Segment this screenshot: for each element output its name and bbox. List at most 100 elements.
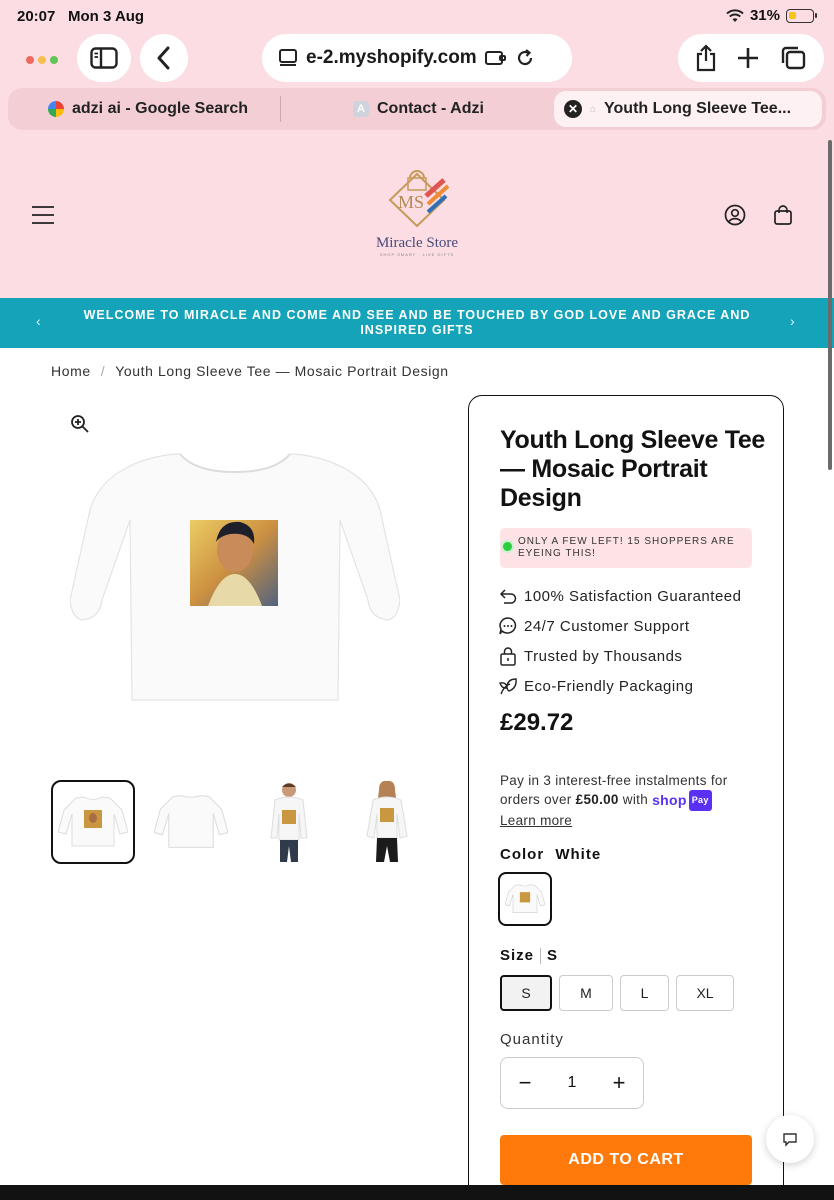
address-text: e-2.myshopify.com: [306, 47, 477, 68]
announcement-text: WELCOME TO MIRACLE AND COME AND SEE AND …: [83, 308, 751, 337]
close-dot-icon[interactable]: [26, 56, 34, 64]
quantity-increase-button[interactable]: +: [609, 1070, 629, 1096]
thumbnail-front[interactable]: [51, 780, 135, 864]
shop-pay-shop: shop: [652, 792, 687, 808]
feature-label: Eco-Friendly Packaging: [524, 677, 694, 695]
page-menu-icon: [279, 49, 297, 66]
battery-level: [789, 11, 796, 19]
logo-letters: MS: [398, 192, 424, 212]
color-selected: White: [555, 846, 602, 863]
size-label-text: Size: [500, 947, 535, 964]
logo-mark-icon: MS: [388, 170, 450, 228]
breadcrumb-current: Youth Long Sleeve Tee — Mosaic Portrait …: [115, 363, 449, 379]
header-icons: [724, 204, 794, 226]
swatch-shirt-image: [505, 884, 545, 913]
shop-pay-pay: Pay: [688, 790, 712, 811]
page-scrollbar[interactable]: [828, 140, 832, 470]
size-options: S M L XL: [500, 975, 734, 1011]
account-icon[interactable]: [724, 204, 746, 226]
tab-label: Contact - Adzi: [377, 100, 484, 117]
minimize-dot-icon[interactable]: [38, 56, 46, 64]
quantity-decrease-button[interactable]: −: [515, 1070, 535, 1096]
size-option-xl[interactable]: XL: [676, 975, 734, 1011]
feature-list: 100% Satisfaction Guaranteed 24/7 Custom…: [498, 581, 741, 701]
announcement-bar: ‹ WELCOME TO MIRACLE AND COME AND SEE AN…: [0, 298, 834, 348]
tabs-overview-icon[interactable]: [779, 45, 807, 71]
lock-icon: [500, 647, 516, 666]
tab-label: adzi ai - Google Search: [72, 100, 249, 117]
logo-tagline: SHOP SMART · LIVE GIFTS: [379, 252, 455, 257]
toolbar-right-group: [678, 34, 824, 82]
quantity-stepper: − 1 +: [500, 1057, 644, 1109]
close-tab-icon[interactable]: ✕: [564, 100, 582, 118]
share-icon[interactable]: [695, 44, 717, 72]
tab-contact[interactable]: A Contact - Adzi: [353, 91, 484, 127]
stock-alert: ONLY A FEW LEFT! 15 SHOPPERS ARE EYEING …: [500, 528, 752, 568]
bottom-edge: [0, 1185, 834, 1200]
feature-item: 24/7 Customer Support: [498, 611, 741, 641]
feature-label: Trusted by Thousands: [524, 647, 683, 665]
extension-icon[interactable]: [484, 48, 507, 68]
color-swatch-white[interactable]: [498, 872, 552, 926]
color-label-text: Color: [500, 846, 545, 863]
tab-google-search[interactable]: adzi ai - Google Search: [48, 91, 248, 127]
sidebar-icon: [90, 47, 118, 69]
status-date: Mon 3 Aug: [68, 8, 145, 25]
breadcrumb: Home / Youth Long Sleeve Tee — Mosaic Po…: [51, 363, 449, 379]
thumbnail-model-2[interactable]: [345, 780, 429, 864]
breadcrumb-separator: /: [100, 363, 106, 379]
status-bar: 20:07 Mon 3 Aug 31%: [0, 0, 834, 32]
add-to-cart-button[interactable]: ADD TO CART: [500, 1135, 752, 1185]
store-favicon-icon: ⌂: [590, 103, 597, 115]
feature-label: 24/7 Customer Support: [524, 617, 690, 635]
product-title: Youth Long Sleeve Tee — Mosaic Portrait …: [500, 426, 766, 512]
installments-threshold: £50.00: [575, 792, 619, 808]
size-selected: S: [547, 947, 559, 964]
size-option-m[interactable]: M: [559, 975, 613, 1011]
menu-icon[interactable]: [32, 206, 54, 224]
size-option-s[interactable]: S: [500, 975, 552, 1011]
thumbnail-model-1[interactable]: [247, 780, 331, 864]
chat-widget-button[interactable]: [766, 1115, 814, 1163]
announcement-next-icon[interactable]: ›: [790, 313, 795, 329]
thumbnail-list: [51, 780, 429, 864]
browser-toolbar: e-2.myshopify.com: [0, 30, 834, 86]
status-time: 20:07: [17, 8, 56, 25]
size-option-l[interactable]: L: [620, 975, 669, 1011]
cart-icon[interactable]: [772, 204, 794, 226]
announcement-prev-icon[interactable]: ‹: [36, 313, 41, 329]
back-button[interactable]: [140, 34, 188, 82]
breadcrumb-home[interactable]: Home: [51, 363, 91, 379]
window-controls[interactable]: [17, 36, 67, 84]
address-bar[interactable]: e-2.myshopify.com: [262, 34, 572, 82]
stock-status-dot-icon: [503, 542, 512, 551]
quantity-value[interactable]: 1: [568, 1074, 577, 1092]
quantity-label: Quantity: [500, 1031, 564, 1048]
thumbnail-back[interactable]: [149, 780, 233, 864]
battery-icon: [786, 8, 817, 23]
learn-more-link[interactable]: Learn more: [500, 813, 572, 828]
feature-item: Trusted by Thousands: [498, 641, 741, 671]
product-main-image[interactable]: [70, 450, 400, 710]
reload-icon[interactable]: [515, 48, 535, 68]
tab-label: Youth Long Sleeve Tee...: [604, 100, 792, 117]
tab-product-active[interactable]: ✕ ⌂ Youth Long Sleeve Tee...: [554, 91, 822, 127]
color-label: Color White: [500, 846, 601, 863]
maximize-dot-icon[interactable]: [50, 56, 58, 64]
battery-percent: 31%: [749, 7, 780, 24]
zoom-in-icon[interactable]: [70, 414, 90, 434]
logo-name: Miracle Store: [375, 235, 459, 251]
stock-message: ONLY A FEW LEFT! 15 SHOPPERS ARE EYEING …: [518, 536, 735, 559]
installments-info: Pay in 3 interest-free instalments for o…: [500, 771, 760, 830]
feature-item: Eco-Friendly Packaging: [498, 671, 741, 701]
new-tab-icon[interactable]: [736, 46, 760, 70]
product-info-panel: Youth Long Sleeve Tee — Mosaic Portrait …: [468, 395, 784, 1200]
chat-icon: [783, 1133, 797, 1147]
store-logo[interactable]: MS Miracle Store SHOP SMART · LIVE GIFTS: [362, 170, 472, 262]
thumbnail-back-image: [154, 795, 228, 848]
thumbnail-model-1-image: [270, 783, 308, 862]
sidebar-toggle-button[interactable]: [77, 34, 131, 82]
status-right: 31%: [726, 7, 817, 24]
feature-item: 100% Satisfaction Guaranteed: [498, 581, 741, 611]
product-price: £29.72: [500, 709, 574, 736]
